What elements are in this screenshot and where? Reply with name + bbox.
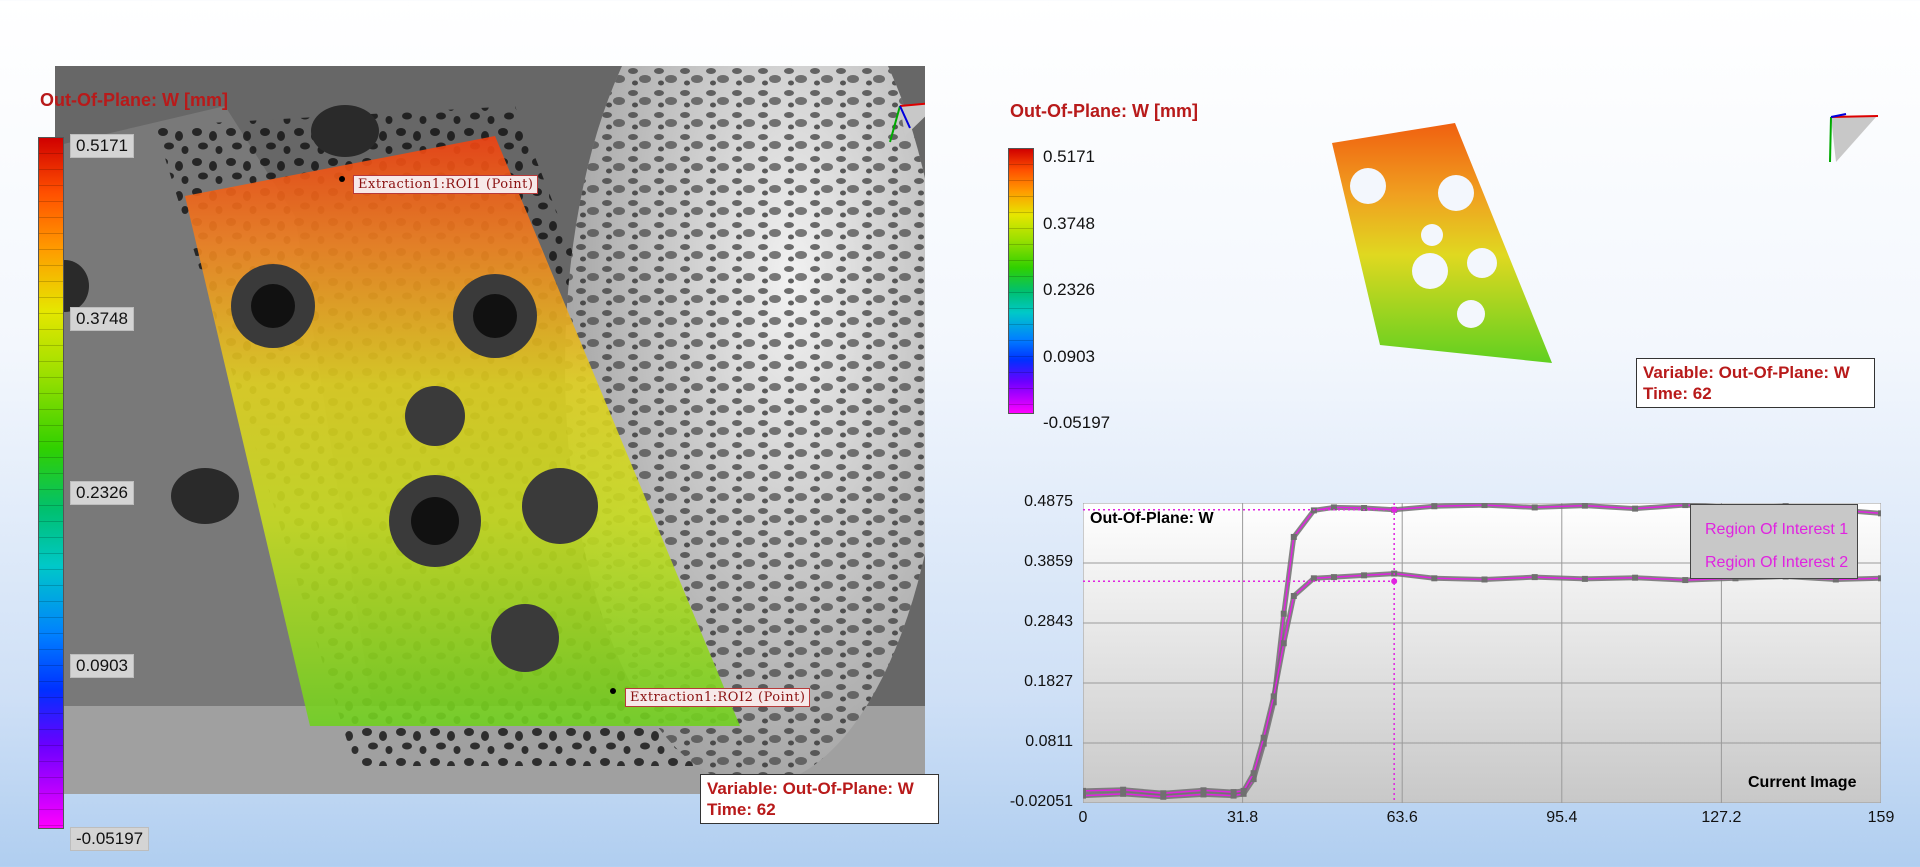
data-point — [1878, 510, 1881, 517]
data-point — [1431, 503, 1438, 510]
x-tick-label: 159 — [1867, 809, 1895, 826]
y-tick-label: 0.4875 — [1024, 493, 1073, 510]
colorbar-right-tick-4: 0.0903 — [1043, 347, 1095, 366]
colorbar-tick-max: 0.5171 — [70, 134, 134, 158]
y-tick-label: 0.1827 — [1024, 673, 1073, 690]
data-point — [1120, 786, 1127, 793]
data-point — [1581, 503, 1588, 509]
info-variable: Variable: Out-Of-Plane: W — [707, 779, 914, 798]
chart-title: Out-Of-Plane: W — [1090, 510, 1214, 527]
data-point — [1230, 789, 1237, 796]
data-point — [1330, 574, 1337, 581]
data-point — [1083, 787, 1086, 794]
colorbar-tick-4: 0.0903 — [70, 654, 134, 678]
data-point — [1250, 770, 1257, 777]
roi2-label[interactable]: Extraction1:ROI2 (Point) — [625, 688, 811, 707]
data-point — [1290, 593, 1297, 600]
colorbar-right-tick-max: 0.5171 — [1043, 147, 1095, 166]
data-point — [1481, 576, 1488, 583]
info-box-right: Variable: Out-Of-Plane: W Time: 62 — [1636, 358, 1875, 408]
data-point — [1481, 503, 1488, 509]
data-point — [1531, 574, 1538, 581]
colorbar-right-tick-min: -0.05197 — [1043, 413, 1111, 432]
chart-annotation: Current Image — [1748, 774, 1857, 791]
cursor-marker-roi1 — [1391, 506, 1398, 513]
data-point — [1682, 577, 1689, 584]
x-tick-label: 0 — [1078, 809, 1088, 826]
data-point — [1260, 734, 1267, 741]
data-point — [1531, 504, 1538, 511]
orientation-axes-icon-right — [1829, 113, 1879, 163]
data-point — [1280, 610, 1287, 617]
x-tick-label: 127.2 — [1701, 809, 1742, 826]
legend-item-roi1[interactable]: Region Of Interest 1 — [1705, 513, 1857, 546]
data-point — [1280, 640, 1287, 647]
legend-item-roi2[interactable]: Region Of Interest 2 — [1705, 546, 1857, 579]
x-tick-label: 31.8 — [1227, 809, 1259, 826]
roi1-label[interactable]: Extraction1:ROI1 (Point) — [353, 175, 539, 194]
data-point — [1682, 503, 1689, 509]
colorbar-tick-2: 0.3748 — [70, 307, 134, 331]
data-point — [1361, 572, 1368, 579]
y-tick-label: 0.0811 — [1025, 733, 1073, 750]
x-tick-label: 63.6 — [1386, 809, 1418, 826]
data-point — [1290, 533, 1297, 540]
colorbar-tick-3: 0.2326 — [70, 481, 134, 505]
info-time: Time: 62 — [707, 800, 776, 819]
plate-3d-view[interactable] — [1320, 115, 1570, 375]
info-variable-right: Variable: Out-Of-Plane: W — [1643, 363, 1850, 382]
colorbar-tick-min: -0.05197 — [70, 827, 150, 851]
roi2-marker[interactable] — [610, 688, 616, 694]
data-point — [1632, 505, 1639, 512]
chart-legend: Region Of Interest 1 Region Of Interest … — [1690, 504, 1858, 579]
colorbar-title: Out-Of-Plane: W [mm] — [40, 90, 228, 110]
data-point — [1581, 575, 1588, 582]
roi1-marker[interactable] — [339, 176, 345, 182]
colorbar — [38, 137, 64, 829]
info-time-right: Time: 62 — [1643, 384, 1712, 403]
data-point — [1431, 575, 1438, 582]
info-box: Variable: Out-Of-Plane: W Time: 62 — [700, 774, 939, 824]
data-point — [1310, 575, 1317, 582]
x-tick-label: 95.4 — [1546, 809, 1578, 826]
data-point — [1270, 693, 1277, 700]
y-tick-label: 0.3859 — [1024, 553, 1073, 570]
cursor-marker-roi2 — [1391, 578, 1398, 585]
data-point — [1878, 575, 1881, 582]
data-point — [1160, 790, 1167, 797]
colorbar-right — [1008, 148, 1034, 414]
colorbar-right-tick-2: 0.3748 — [1043, 214, 1095, 233]
data-point — [1200, 787, 1207, 794]
colorbar-right-tick-3: 0.2326 — [1043, 280, 1095, 299]
colorbar-title-right: Out-Of-Plane: W [mm] — [1010, 101, 1198, 121]
y-tick-label: 0.2843 — [1024, 613, 1073, 630]
data-point — [1240, 787, 1247, 794]
data-point — [1632, 574, 1639, 581]
